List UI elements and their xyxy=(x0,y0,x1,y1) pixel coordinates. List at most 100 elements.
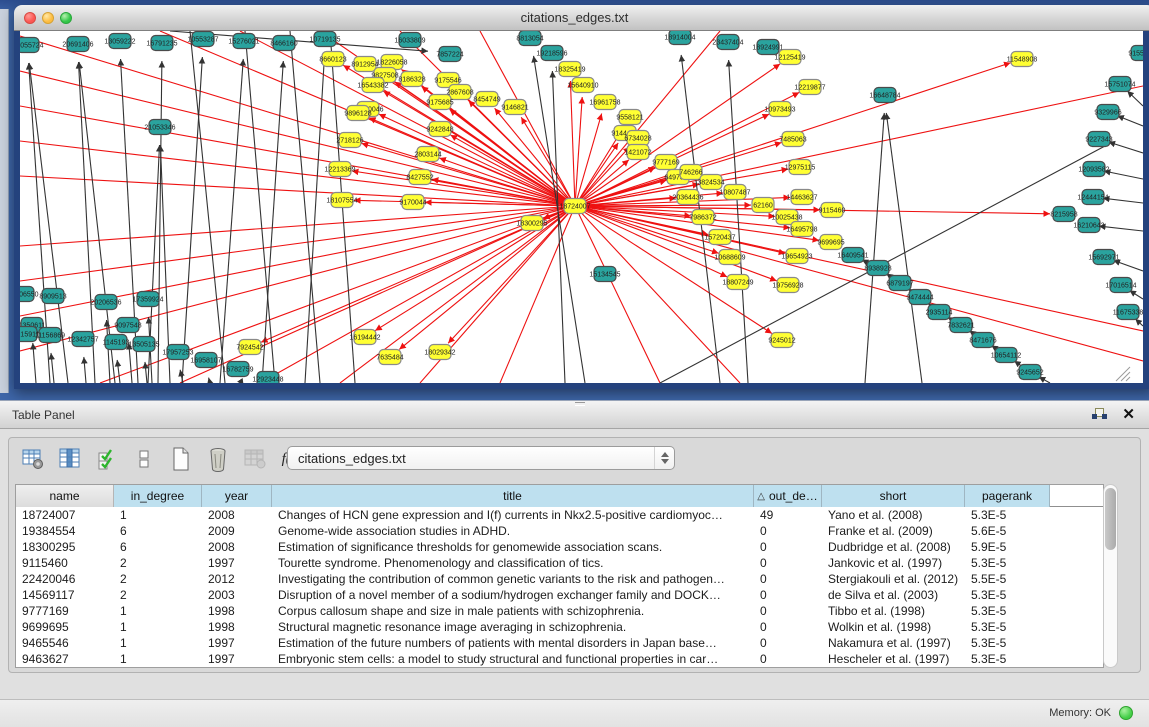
table-row[interactable]: 1872400712008Changes of HCN gene express… xyxy=(16,507,1103,523)
table-cell[interactable]: 2 xyxy=(114,571,202,587)
network-node[interactable]: 18914004 xyxy=(664,31,695,45)
network-node[interactable]: 15276021 xyxy=(228,34,259,49)
network-node[interactable]: 9155687 xyxy=(1128,46,1143,61)
network-node[interactable]: 15640910 xyxy=(567,78,598,93)
network-node[interactable]: 12923448 xyxy=(252,372,283,384)
delete-table-button[interactable] xyxy=(204,445,232,473)
network-node[interactable]: 2803144 xyxy=(414,147,441,162)
network-node[interactable]: 9146821 xyxy=(501,100,528,115)
network-node[interactable]: 8909513 xyxy=(39,289,66,304)
network-node[interactable]: 9227343 xyxy=(1085,132,1112,147)
column-header-name[interactable]: name xyxy=(16,485,114,507)
table-cell[interactable]: Wolkin et al. (1998) xyxy=(822,619,965,635)
table-row[interactable]: 1456911722003Disruption of a novel membe… xyxy=(16,587,1103,603)
network-node[interactable]: 3824534 xyxy=(697,175,724,190)
scrollbar-thumb[interactable] xyxy=(1105,488,1116,550)
network-node[interactable]: 9097548 xyxy=(114,318,141,333)
network-node[interactable]: 9558121 xyxy=(616,110,643,125)
table-cell[interactable]: 0 xyxy=(754,651,822,667)
row-height-button[interactable] xyxy=(130,445,158,473)
table-cell[interactable]: Nakamura et al. (1997) xyxy=(822,635,965,651)
table-cell[interactable]: 0 xyxy=(754,635,822,651)
network-edge[interactable] xyxy=(262,61,283,383)
table-row[interactable]: 946554611997Estimation of the future num… xyxy=(16,635,1103,651)
network-node[interactable]: 16409541 xyxy=(837,248,868,263)
table-cell[interactable]: 1 xyxy=(114,635,202,651)
table-row[interactable]: 977716911998Corpus callosum shape and si… xyxy=(16,603,1103,619)
network-node[interactable]: 9777169 xyxy=(652,155,679,170)
network-node[interactable]: 12342757 xyxy=(67,332,98,347)
network-edge[interactable] xyxy=(84,357,86,383)
table-settings-button[interactable] xyxy=(19,445,47,473)
table-cell[interactable]: 9777169 xyxy=(16,603,114,619)
table-cell[interactable]: Franke et al. (2009) xyxy=(822,523,965,539)
network-node[interactable]: 16194442 xyxy=(349,330,380,345)
table-cell[interactable]: 5.3E-5 xyxy=(965,603,1050,619)
network-node[interactable]: 9896128 xyxy=(344,106,371,121)
network-edge[interactable] xyxy=(1135,319,1143,326)
table-cell[interactable]: 5.3E-5 xyxy=(965,635,1050,651)
network-node[interactable]: 746266 xyxy=(679,165,702,180)
network-node[interactable]: 21053346 xyxy=(144,120,175,135)
network-edge[interactable] xyxy=(399,206,575,349)
network-node[interactable]: 10973493 xyxy=(764,102,795,117)
table-row[interactable]: 911546021997Tourette syndrome. Phenomeno… xyxy=(16,555,1103,571)
network-node[interactable]: 15134545 xyxy=(589,267,620,282)
network-edge[interactable] xyxy=(158,61,162,383)
network-node[interactable]: 16495798 xyxy=(786,222,817,237)
network-node[interactable]: 9329966 xyxy=(1094,105,1121,120)
table-row[interactable]: 946362711997Embryonic stem cells: a mode… xyxy=(16,651,1103,667)
network-node[interactable]: 14463627 xyxy=(786,190,817,205)
import-table-button[interactable] xyxy=(241,445,269,473)
network-node[interactable]: 16961758 xyxy=(589,95,620,110)
network-node[interactable]: 8215958 xyxy=(1050,207,1077,222)
network-node[interactable]: 10719135 xyxy=(309,32,340,47)
table-cell[interactable]: 5.3E-5 xyxy=(965,555,1050,571)
table-row[interactable]: 1938455462009Genome-wide association stu… xyxy=(16,523,1103,539)
network-node[interactable]: 8186328 xyxy=(398,72,425,87)
table-cell[interactable]: Estimation of significance thresholds fo… xyxy=(272,539,754,555)
table-cell[interactable]: Tibbo et al. (1998) xyxy=(822,603,965,619)
column-header-short[interactable]: short xyxy=(822,485,965,507)
network-node[interactable]: 9115460 xyxy=(819,203,846,218)
network-node[interactable]: 7485063 xyxy=(779,132,806,147)
network-edge[interactable] xyxy=(1109,142,1143,153)
network-node[interactable]: 17016514 xyxy=(1105,278,1136,293)
table-cell[interactable]: 2 xyxy=(114,587,202,603)
table-cell[interactable]: Jankovic et al. (1997) xyxy=(822,555,965,571)
show-column-button[interactable] xyxy=(56,445,84,473)
network-node[interactable]: 8660123 xyxy=(319,52,346,67)
network-edge[interactable] xyxy=(552,71,565,383)
network-node[interactable]: 62160 xyxy=(752,198,774,213)
network-node[interactable]: 2935114 xyxy=(926,305,953,320)
network-node[interactable]: 18325419 xyxy=(554,62,585,77)
network-node[interactable]: 13059222 xyxy=(104,34,135,49)
network-edge[interactable] xyxy=(575,206,1143,361)
table-cell[interactable]: 5.3E-5 xyxy=(965,587,1050,603)
network-node[interactable]: 20364436 xyxy=(672,190,703,205)
table-cell[interactable]: 1997 xyxy=(202,635,272,651)
network-node[interactable]: 7857224 xyxy=(436,47,463,62)
new-table-button[interactable] xyxy=(167,445,195,473)
column-header-pagerank[interactable]: pagerank xyxy=(965,485,1050,507)
network-edge[interactable] xyxy=(379,114,575,206)
network-window-titlebar[interactable]: citations_edges.txt xyxy=(14,5,1149,31)
network-node[interactable]: 18029342 xyxy=(424,345,455,360)
table-cell[interactable]: 2003 xyxy=(202,587,272,603)
network-node[interactable]: 12219877 xyxy=(794,80,825,95)
table-cell[interactable]: 1 xyxy=(114,603,202,619)
table-cell[interactable]: 9463627 xyxy=(16,651,114,667)
table-cell[interactable]: Tourette syndrome. Phenomenology and cla… xyxy=(272,555,754,571)
network-node[interactable]: 11675338 xyxy=(1113,305,1143,320)
table-cell[interactable]: 5.5E-5 xyxy=(965,571,1050,587)
network-node[interactable]: 9245012 xyxy=(768,333,795,348)
table-cell[interactable]: 1997 xyxy=(202,651,272,667)
network-edge[interactable] xyxy=(369,118,575,206)
network-edge[interactable] xyxy=(51,353,54,383)
table-cell[interactable]: 1 xyxy=(114,651,202,667)
network-node[interactable]: 1145193 xyxy=(103,335,130,350)
table-cell[interactable]: 1998 xyxy=(202,619,272,635)
close-panel-icon[interactable]: ✕ xyxy=(1122,405,1135,423)
table-cell[interactable]: Changes of HCN gene expression and I(f) … xyxy=(272,507,754,523)
network-node[interactable]: 6879197 xyxy=(886,276,913,291)
